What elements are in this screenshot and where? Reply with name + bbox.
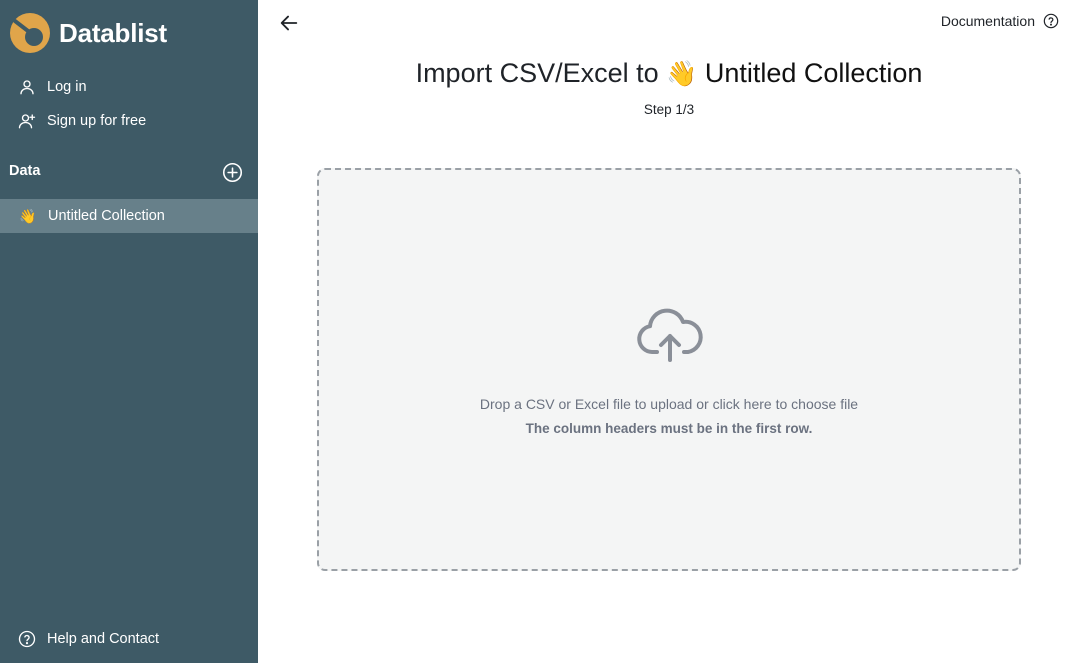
sidebar: Datablist Log in Sign up for free Data 👋…: [0, 0, 258, 663]
question-circle-icon: [18, 630, 36, 648]
collection-emoji: 👋: [19, 208, 37, 224]
login-link[interactable]: Log in: [18, 75, 87, 99]
documentation-link[interactable]: Documentation: [941, 13, 1059, 29]
title-collection-name: Untitled Collection: [704, 58, 923, 88]
dropzone-note: The column headers must be in the first …: [525, 421, 813, 436]
collection-label: Untitled Collection: [48, 208, 165, 224]
dropzone-instruction: Drop a CSV or Excel file to upload or cl…: [479, 396, 859, 412]
back-button[interactable]: [278, 12, 300, 34]
login-label: Log in: [47, 79, 87, 95]
page-title: Import CSV/Excel to 👋 Untitled Collectio…: [258, 58, 1080, 89]
main-panel: Documentation Import CSV/Excel to 👋 Unti…: [258, 0, 1080, 663]
sidebar-item-untitled-collection[interactable]: 👋 Untitled Collection: [0, 199, 258, 233]
datablist-logo-icon: [10, 13, 50, 53]
cloud-upload-icon: [635, 306, 705, 366]
title-collection-emoji: 👋: [666, 60, 698, 88]
signup-label: Sign up for free: [47, 113, 147, 129]
file-dropzone[interactable]: Drop a CSV or Excel file to upload or cl…: [317, 168, 1021, 571]
signup-link[interactable]: Sign up for free: [18, 109, 146, 133]
plus-circle-icon: [222, 162, 243, 183]
arrow-left-icon: [280, 15, 298, 31]
user-plus-icon: [18, 114, 36, 129]
data-section-label: Data: [9, 163, 41, 179]
help-contact-link[interactable]: Help and Contact: [18, 627, 159, 651]
brand-name: Datablist: [59, 17, 168, 48]
title-prefix: Import CSV/Excel to: [415, 58, 659, 88]
step-indicator: Step 1/3: [643, 102, 695, 117]
help-contact-label: Help and Contact: [47, 631, 160, 647]
user-icon: [20, 80, 34, 95]
brand[interactable]: Datablist: [10, 12, 167, 54]
add-collection-button[interactable]: [222, 162, 243, 183]
question-circle-icon: [1043, 13, 1059, 29]
documentation-label: Documentation: [940, 13, 1035, 29]
